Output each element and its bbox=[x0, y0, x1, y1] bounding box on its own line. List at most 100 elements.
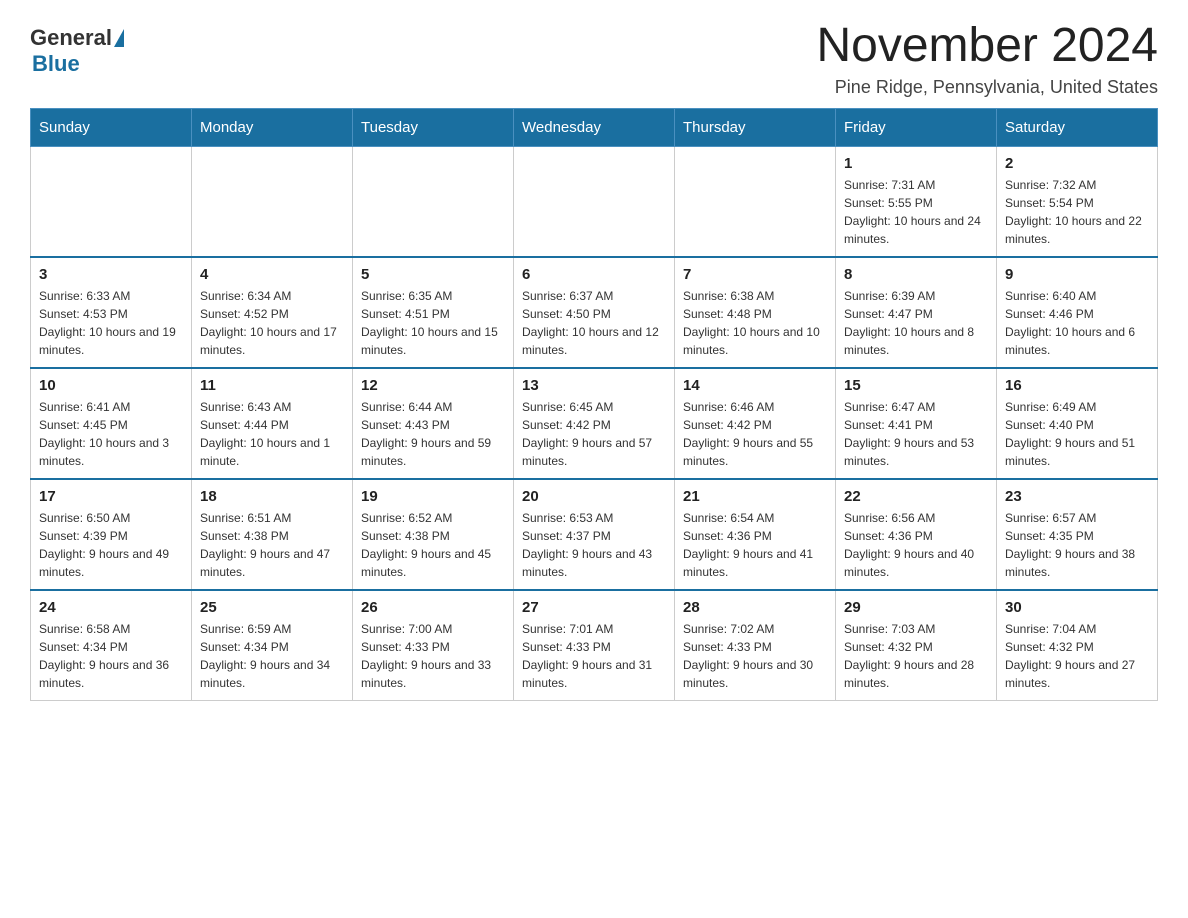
day-number: 7 bbox=[683, 266, 827, 283]
day-number: 29 bbox=[844, 599, 988, 616]
day-info-line: Daylight: 10 hours and 3 minutes. bbox=[39, 434, 183, 470]
day-info-line: Daylight: 9 hours and 27 minutes. bbox=[1005, 656, 1149, 692]
day-info-line: Sunset: 4:37 PM bbox=[522, 527, 666, 545]
calendar-week-row: 1Sunrise: 7:31 AMSunset: 5:55 PMDaylight… bbox=[31, 146, 1158, 257]
calendar-cell: 5Sunrise: 6:35 AMSunset: 4:51 PMDaylight… bbox=[353, 257, 514, 368]
day-info-line: Sunrise: 6:54 AM bbox=[683, 509, 827, 527]
calendar-cell: 25Sunrise: 6:59 AMSunset: 4:34 PMDayligh… bbox=[192, 590, 353, 701]
day-info-line: Daylight: 9 hours and 57 minutes. bbox=[522, 434, 666, 470]
calendar-cell: 29Sunrise: 7:03 AMSunset: 4:32 PMDayligh… bbox=[836, 590, 997, 701]
calendar-cell: 18Sunrise: 6:51 AMSunset: 4:38 PMDayligh… bbox=[192, 479, 353, 590]
day-number: 24 bbox=[39, 599, 183, 616]
day-of-week-header: Thursday bbox=[675, 108, 836, 146]
day-number: 9 bbox=[1005, 266, 1149, 283]
calendar-cell: 22Sunrise: 6:56 AMSunset: 4:36 PMDayligh… bbox=[836, 479, 997, 590]
day-info-line: Sunset: 4:34 PM bbox=[200, 638, 344, 656]
day-info-line: Sunrise: 6:33 AM bbox=[39, 287, 183, 305]
day-info-line: Sunrise: 7:32 AM bbox=[1005, 176, 1149, 194]
day-info-line: Daylight: 9 hours and 53 minutes. bbox=[844, 434, 988, 470]
day-info-line: Sunset: 4:40 PM bbox=[1005, 416, 1149, 434]
calendar-cell: 16Sunrise: 6:49 AMSunset: 4:40 PMDayligh… bbox=[997, 368, 1158, 479]
calendar-cell: 21Sunrise: 6:54 AMSunset: 4:36 PMDayligh… bbox=[675, 479, 836, 590]
day-info-line: Daylight: 9 hours and 30 minutes. bbox=[683, 656, 827, 692]
calendar-cell bbox=[31, 146, 192, 257]
calendar-cell: 17Sunrise: 6:50 AMSunset: 4:39 PMDayligh… bbox=[31, 479, 192, 590]
day-info-line: Daylight: 9 hours and 45 minutes. bbox=[361, 545, 505, 581]
day-number: 3 bbox=[39, 266, 183, 283]
calendar-cell: 12Sunrise: 6:44 AMSunset: 4:43 PMDayligh… bbox=[353, 368, 514, 479]
calendar-cell: 8 Sunrise: 6:39 AMSunset: 4:47 PMDaylight… bbox=[836, 257, 997, 368]
day-number: 1 bbox=[844, 155, 988, 172]
calendar-table: SundayMondayTuesdayWednesdayThursdayFrid… bbox=[30, 108, 1158, 701]
calendar-week-row: 10Sunrise: 6:41 AMSunset: 4:45 PMDayligh… bbox=[31, 368, 1158, 479]
calendar-week-row: 3Sunrise: 6:33 AMSunset: 4:53 PMDaylight… bbox=[31, 257, 1158, 368]
calendar-cell: 1Sunrise: 7:31 AMSunset: 5:55 PMDaylight… bbox=[836, 146, 997, 257]
day-info-line: Sunset: 4:48 PM bbox=[683, 305, 827, 323]
calendar-cell: 10Sunrise: 6:41 AMSunset: 4:45 PMDayligh… bbox=[31, 368, 192, 479]
calendar-cell: 24Sunrise: 6:58 AMSunset: 4:34 PMDayligh… bbox=[31, 590, 192, 701]
day-info-line: Sunset: 5:55 PM bbox=[844, 194, 988, 212]
location-label: Pine Ridge, Pennsylvania, United States bbox=[816, 77, 1158, 98]
day-info-line: Sunset: 4:50 PM bbox=[522, 305, 666, 323]
calendar-cell: 28Sunrise: 7:02 AMSunset: 4:33 PMDayligh… bbox=[675, 590, 836, 701]
day-info-line: Sunrise: 6:40 AM bbox=[1005, 287, 1149, 305]
month-title: November 2024 bbox=[816, 20, 1158, 73]
title-section: November 2024 Pine Ridge, Pennsylvania, … bbox=[816, 20, 1158, 98]
day-info-line: Sunrise: 6:43 AM bbox=[200, 398, 344, 416]
day-info-line: Sunset: 4:46 PM bbox=[1005, 305, 1149, 323]
day-info-line: Sunrise: 6:56 AM bbox=[844, 509, 988, 527]
calendar-header-row: SundayMondayTuesdayWednesdayThursdayFrid… bbox=[31, 108, 1158, 146]
calendar-cell: 14Sunrise: 6:46 AMSunset: 4:42 PMDayligh… bbox=[675, 368, 836, 479]
calendar-cell bbox=[675, 146, 836, 257]
calendar-cell: 2Sunrise: 7:32 AMSunset: 5:54 PMDaylight… bbox=[997, 146, 1158, 257]
day-info-line: Daylight: 10 hours and 8 minutes. bbox=[844, 323, 988, 359]
day-info-line: Sunset: 4:47 PM bbox=[844, 305, 988, 323]
day-number: 25 bbox=[200, 599, 344, 616]
day-number: 6 bbox=[522, 266, 666, 283]
day-number: 10 bbox=[39, 377, 183, 394]
day-info-line: Sunset: 4:41 PM bbox=[844, 416, 988, 434]
day-info-line: Sunrise: 6:51 AM bbox=[200, 509, 344, 527]
day-info-line: Sunrise: 6:46 AM bbox=[683, 398, 827, 416]
day-info-line: Sunset: 4:38 PM bbox=[200, 527, 344, 545]
day-number: 22 bbox=[844, 488, 988, 505]
calendar-cell: 15Sunrise: 6:47 AMSunset: 4:41 PMDayligh… bbox=[836, 368, 997, 479]
day-info-line: Sunrise: 6:52 AM bbox=[361, 509, 505, 527]
day-info-line: Sunset: 4:52 PM bbox=[200, 305, 344, 323]
day-info-line: Daylight: 9 hours and 28 minutes. bbox=[844, 656, 988, 692]
day-info-line: Sunset: 4:51 PM bbox=[361, 305, 505, 323]
page-header: General Blue November 2024 Pine Ridge, P… bbox=[30, 20, 1158, 98]
day-of-week-header: Sunday bbox=[31, 108, 192, 146]
day-info-line: Daylight: 9 hours and 36 minutes. bbox=[39, 656, 183, 692]
day-info-line: Daylight: 9 hours and 33 minutes. bbox=[361, 656, 505, 692]
calendar-cell: 9 Sunrise: 6:40 AMSunset: 4:46 PMDaylight… bbox=[997, 257, 1158, 368]
day-number: 11 bbox=[200, 377, 344, 394]
day-info-line: Sunrise: 7:02 AM bbox=[683, 620, 827, 638]
day-of-week-header: Saturday bbox=[997, 108, 1158, 146]
day-number: 12 bbox=[361, 377, 505, 394]
day-info-line: Sunrise: 6:49 AM bbox=[1005, 398, 1149, 416]
day-info-line: Sunrise: 7:04 AM bbox=[1005, 620, 1149, 638]
day-info-line: Sunrise: 6:37 AM bbox=[522, 287, 666, 305]
day-info-line: Daylight: 10 hours and 19 minutes. bbox=[39, 323, 183, 359]
calendar-cell: 11Sunrise: 6:43 AMSunset: 4:44 PMDayligh… bbox=[192, 368, 353, 479]
day-info-line: Daylight: 10 hours and 10 minutes. bbox=[683, 323, 827, 359]
day-info-line: Sunset: 4:45 PM bbox=[39, 416, 183, 434]
day-info-line: Sunset: 4:33 PM bbox=[683, 638, 827, 656]
day-number: 27 bbox=[522, 599, 666, 616]
day-info-line: Sunset: 4:34 PM bbox=[39, 638, 183, 656]
day-info-line: Sunset: 4:53 PM bbox=[39, 305, 183, 323]
calendar-cell bbox=[353, 146, 514, 257]
calendar-cell bbox=[192, 146, 353, 257]
day-info-line: Sunrise: 7:31 AM bbox=[844, 176, 988, 194]
calendar-cell: 27Sunrise: 7:01 AMSunset: 4:33 PMDayligh… bbox=[514, 590, 675, 701]
day-info-line: Daylight: 10 hours and 12 minutes. bbox=[522, 323, 666, 359]
day-info-line: Daylight: 9 hours and 51 minutes. bbox=[1005, 434, 1149, 470]
day-number: 17 bbox=[39, 488, 183, 505]
day-info-line: Sunset: 4:35 PM bbox=[1005, 527, 1149, 545]
day-number: 8 bbox=[844, 266, 988, 283]
calendar-cell: 4Sunrise: 6:34 AMSunset: 4:52 PMDaylight… bbox=[192, 257, 353, 368]
day-info-line: Sunrise: 6:39 AM bbox=[844, 287, 988, 305]
day-info-line: Daylight: 10 hours and 6 minutes. bbox=[1005, 323, 1149, 359]
day-info-line: Sunrise: 7:01 AM bbox=[522, 620, 666, 638]
